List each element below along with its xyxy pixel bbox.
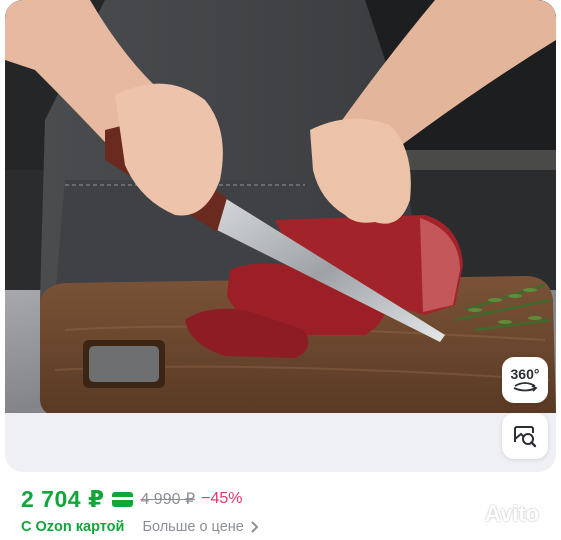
view-360-button[interactable]: 360° [502, 357, 548, 403]
view-360-label: 360° [510, 366, 540, 382]
price-details-row: С Ozon картой Больше о цене [21, 517, 258, 537]
image-search-icon [514, 426, 537, 448]
avito-watermark-text: Avito [485, 501, 540, 526]
avito-logo-icon [457, 504, 479, 524]
avito-watermark: Avito [455, 501, 539, 527]
rotate-360-icon [513, 382, 538, 392]
current-price: 2 704 ₽ [21, 485, 105, 512]
payment-card-icon [112, 491, 134, 507]
product-photo[interactable] [5, 0, 556, 413]
image-search-button[interactable] [502, 413, 548, 459]
ozon-card-note: С Ozon картой [21, 519, 125, 535]
product-card: 360° [5, 0, 556, 472]
more-about-price-link[interactable]: Больше о цене [142, 519, 258, 535]
more-about-price-label: Больше о цене [142, 519, 244, 535]
discount-badge: −45% [201, 490, 243, 507]
product-photo-illustration [5, 0, 556, 413]
old-price: 4 990 ₽ [140, 491, 196, 508]
price-row: 2 704 ₽ 4 990 ₽ −45% [21, 484, 243, 514]
card-footer [5, 413, 556, 472]
chevron-right-icon [251, 521, 258, 533]
